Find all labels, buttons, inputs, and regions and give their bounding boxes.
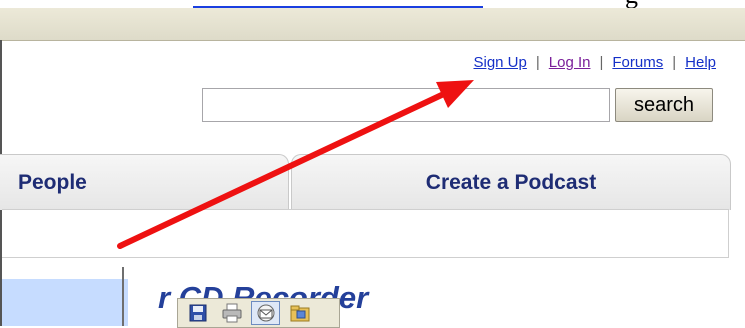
save-icon[interactable] <box>183 301 212 325</box>
tab-strip: People Create a Podcast <box>0 154 745 210</box>
cutoff-hyperlink[interactable] <box>193 0 483 8</box>
forums-link[interactable]: Forums <box>612 54 663 71</box>
print-icon[interactable] <box>217 301 246 325</box>
help-link[interactable]: Help <box>685 54 716 71</box>
tab-people[interactable]: People <box>0 154 289 210</box>
login-link[interactable]: Log In <box>549 54 591 71</box>
tab-create-podcast-label: Create a Podcast <box>425 170 597 194</box>
tab-people-label: People <box>18 170 87 194</box>
link-separator: | <box>672 54 677 71</box>
image-toolbar <box>177 298 340 328</box>
link-separator: | <box>599 54 604 71</box>
header-links: Sign Up | Log In | Forums | Help <box>473 54 716 71</box>
search-input[interactable] <box>202 88 610 122</box>
search-button[interactable]: search <box>615 88 713 122</box>
email-icon[interactable] <box>251 301 280 325</box>
left-sidebar-panel <box>2 279 128 326</box>
web-page: Sign Up | Log In | Forums | Help search People… <box>0 41 745 328</box>
frame-divider <box>122 267 124 326</box>
link-separator: | <box>535 54 540 71</box>
subnav-bar <box>2 209 729 258</box>
signup-link[interactable]: Sign Up <box>473 54 526 71</box>
browser-toolbar-band <box>0 8 745 41</box>
folder-icon[interactable] <box>285 301 314 325</box>
tab-create-podcast[interactable]: Create a Podcast <box>291 154 731 210</box>
